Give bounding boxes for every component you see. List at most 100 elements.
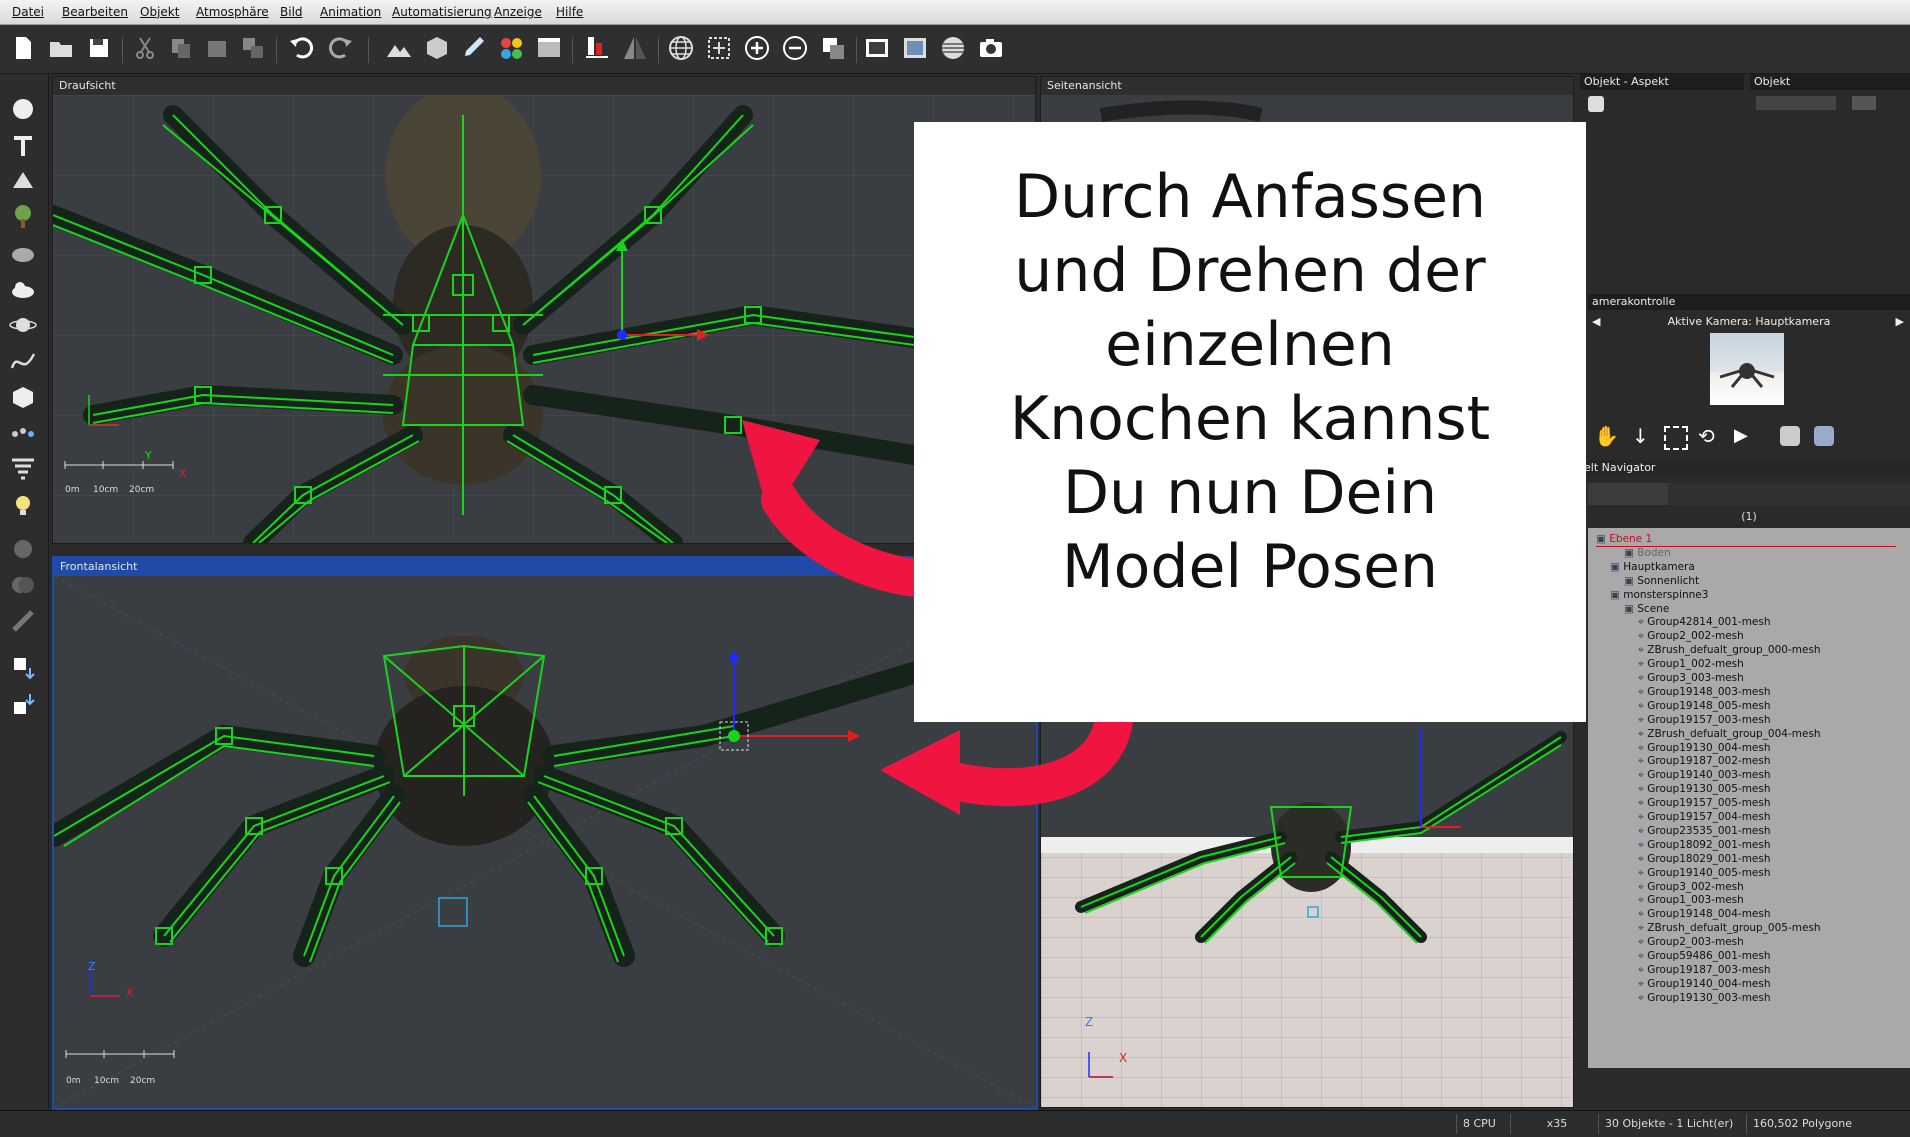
paste-icon[interactable] (202, 33, 232, 63)
tree-row[interactable]: ⌖ Group3_002-mesh (1638, 880, 1744, 894)
tree-row[interactable]: ⌖ Group3_003-mesh (1638, 671, 1744, 685)
planet-icon[interactable] (8, 310, 38, 340)
play-icon[interactable]: ▶ (1734, 424, 1758, 448)
tree-row[interactable]: ⌖ Group23535_001-mesh (1638, 824, 1771, 838)
frame-select-icon[interactable] (704, 33, 734, 63)
rotate-icon[interactable]: ⟲ (1698, 424, 1722, 448)
tree-row[interactable]: ⌖ Group19187_002-mesh (1638, 754, 1771, 768)
boolean-icon[interactable] (8, 570, 38, 600)
tree-row[interactable]: ⌖ Group19140_003-mesh (1638, 768, 1771, 782)
camera-prev-icon[interactable]: ◀ (1592, 313, 1600, 331)
menu-hilfe[interactable]: Hilfe (556, 5, 583, 19)
active-camera-bar[interactable]: ◀ Aktive Kamera: Hauptkamera ▶ (1588, 313, 1910, 331)
open-folder-icon[interactable] (46, 33, 76, 63)
tree-row[interactable]: ⌖ Group1_002-mesh (1638, 657, 1744, 671)
metaball-icon[interactable] (8, 606, 38, 636)
drop-to-object-icon[interactable] (8, 690, 38, 720)
camera-settings-icon[interactable] (1780, 426, 1800, 446)
duplicate-icon[interactable] (238, 33, 268, 63)
tree-icon[interactable] (8, 202, 38, 232)
drop-icon[interactable] (818, 33, 848, 63)
pan-hand-icon[interactable]: ✋ (1594, 424, 1619, 448)
terrain-icon[interactable] (384, 33, 414, 63)
tree-row[interactable]: ⌖ Group19187_003-mesh (1638, 963, 1771, 977)
cube-icon[interactable] (8, 382, 38, 412)
tree-row[interactable]: ▣ Scene (1624, 602, 1669, 616)
tree-row[interactable]: ⌖ Group19130_004-mesh (1638, 741, 1771, 755)
tab-textures[interactable] (1748, 483, 1828, 505)
tree-row[interactable]: ⌖ Group19148_004-mesh (1638, 907, 1771, 921)
tab-materials[interactable] (1668, 483, 1748, 505)
tree-row[interactable]: ▣ Ebene 1 (1596, 532, 1896, 547)
viewport-top[interactable]: Draufsicht Y X 0m 10cm 20cm (52, 76, 1036, 544)
object-box-icon[interactable] (422, 33, 452, 63)
group-icon[interactable] (8, 534, 38, 564)
tree-row[interactable]: ⌖ Group59486_001-mesh (1638, 949, 1771, 963)
display-icon[interactable] (862, 33, 892, 63)
menu-atmosphaere[interactable]: Atmosphäre (196, 5, 269, 19)
tree-row[interactable]: ⌖ Group19157_003-mesh (1638, 713, 1771, 727)
menu-anzeige[interactable]: Anzeige (494, 5, 542, 19)
globe-icon[interactable] (666, 33, 696, 63)
frame-icon[interactable] (1664, 426, 1688, 450)
camera-icon[interactable] (976, 33, 1006, 63)
tree-row[interactable]: ⌖ Group18029_001-mesh (1638, 852, 1771, 866)
tree-row[interactable]: ▣ Boden (1624, 546, 1671, 560)
tree-row[interactable]: ▣ Hauptkamera (1610, 560, 1695, 574)
menu-automatisierung[interactable]: Automatisierung (392, 5, 492, 19)
object-tab-1[interactable] (1756, 96, 1836, 110)
menu-datei[interactable]: Datei (12, 5, 44, 19)
object-link-icon[interactable] (1852, 96, 1876, 110)
tree-row[interactable]: ⌖ Group19148_003-mesh (1638, 685, 1771, 699)
camera-export-icon[interactable] (1814, 426, 1834, 446)
cloud-icon[interactable] (8, 274, 38, 304)
render-icon[interactable] (900, 33, 930, 63)
tree-row[interactable]: ⌖ ZBrush_defualt_group_005-mesh (1638, 921, 1821, 935)
tree-row[interactable]: ⌖ Group19157_005-mesh (1638, 796, 1771, 810)
tree-row[interactable]: ⌖ Group19157_004-mesh (1638, 810, 1771, 824)
render-scene-icon[interactable] (534, 33, 564, 63)
light-bulb-icon[interactable] (8, 490, 38, 520)
curve-icon[interactable] (8, 346, 38, 376)
text-icon[interactable] (8, 130, 38, 160)
tree-row[interactable]: ⌖ Group2_002-mesh (1638, 629, 1744, 643)
undo-icon[interactable] (286, 33, 316, 63)
camera-next-icon[interactable]: ▶ (1896, 313, 1904, 331)
menu-objekt[interactable]: Objekt (140, 5, 179, 19)
tornado-icon[interactable] (8, 454, 38, 484)
zoom-in-icon[interactable] (742, 33, 772, 63)
background-icon[interactable] (938, 33, 968, 63)
save-icon[interactable] (84, 33, 114, 63)
materials-icon[interactable] (496, 33, 526, 63)
tree-row[interactable]: ⌖ Group19148_005-mesh (1638, 699, 1771, 713)
redo-icon[interactable] (326, 33, 356, 63)
copy-icon[interactable] (166, 33, 196, 63)
sphere-icon[interactable] (8, 94, 38, 124)
tree-row[interactable]: ⌖ ZBrush_defualt_group_000-mesh (1638, 643, 1821, 657)
tree-row[interactable]: ⌖ Group19130_003-mesh (1638, 991, 1771, 1005)
menu-bearbeiten[interactable]: Bearbeiten (62, 5, 128, 19)
tree-row[interactable]: ⌖ ZBrush_defualt_group_004-mesh (1638, 727, 1821, 741)
torus-icon[interactable] (8, 166, 38, 196)
tree-row[interactable]: ⌖ Group19140_004-mesh (1638, 977, 1771, 991)
bones-icon[interactable] (8, 418, 38, 448)
new-document-icon[interactable] (8, 33, 38, 63)
menu-bild[interactable]: Bild (280, 5, 303, 19)
tree-row[interactable]: ⌖ Group18092_001-mesh (1638, 838, 1771, 852)
tree-row[interactable]: ⌖ Group42814_001-mesh (1638, 615, 1771, 629)
menu-animation[interactable]: Animation (320, 5, 381, 19)
tree-row[interactable]: ⌖ Group2_003-mesh (1638, 935, 1744, 949)
cut-icon[interactable] (130, 33, 160, 63)
zoom-out-icon[interactable] (780, 33, 810, 63)
drop-to-ground-icon[interactable] (8, 654, 38, 684)
align-icon[interactable] (582, 33, 612, 63)
paint-icon[interactable] (458, 33, 488, 63)
tree-row[interactable]: ▣ monsterspinne3 (1610, 588, 1708, 602)
symmetry-icon[interactable] (620, 33, 650, 63)
tree-row[interactable]: ⌖ Group1_003-mesh (1638, 893, 1744, 907)
tree-row[interactable]: ⌖ Group19140_005-mesh (1638, 866, 1771, 880)
aspect-icon[interactable] (1588, 96, 1604, 112)
move-down-icon[interactable]: ↓ (1632, 424, 1656, 448)
viewport-front[interactable]: Frontalansicht Z X 0m 10cm 20cm (52, 556, 1038, 1110)
tab-statistics[interactable] (1828, 483, 1910, 505)
